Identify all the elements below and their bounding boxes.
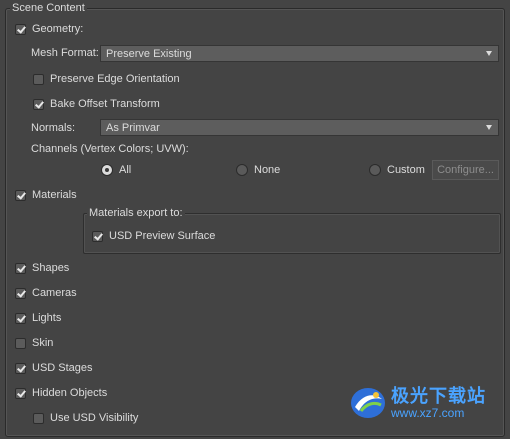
preserve-edge-label: Preserve Edge Orientation (50, 73, 180, 85)
scene-content-title: Scene Content (10, 2, 87, 14)
skin-row[interactable]: Skin (15, 335, 53, 351)
chevron-down-icon (486, 51, 492, 56)
radio-all[interactable] (101, 164, 113, 176)
geometry-label: Geometry: (32, 23, 84, 35)
use-usd-visibility-label: Use USD Visibility (50, 412, 139, 424)
watermark-text: 极光下载站 (391, 386, 486, 406)
preserve-edge-row[interactable]: Preserve Edge Orientation (33, 71, 180, 87)
hidden-objects-row[interactable]: Hidden Objects (15, 385, 107, 401)
normals-label: Normals: (31, 122, 76, 134)
channel-option-all[interactable]: All (101, 162, 131, 178)
bake-offset-checkbox[interactable] (33, 98, 44, 110)
use-usd-visibility-row[interactable]: Use USD Visibility (33, 410, 138, 426)
radio-custom[interactable] (369, 164, 381, 176)
usd-preview-label: USD Preview Surface (109, 230, 216, 242)
usd-stages-row[interactable]: USD Stages (15, 360, 93, 376)
lights-label: Lights (32, 312, 62, 324)
materials-export-title: Materials export to: (87, 207, 185, 219)
hidden-objects-label: Hidden Objects (32, 387, 108, 399)
usd-stages-label: USD Stages (32, 362, 93, 374)
channels-label: Channels (Vertex Colors; UVW): (31, 143, 189, 155)
mesh-format-dropdown[interactable]: Preserve Existing (100, 45, 499, 62)
usd-stages-checkbox[interactable] (15, 362, 26, 374)
channel-option-custom[interactable]: Custom (369, 162, 425, 178)
geometry-checkbox-row[interactable]: Geometry: (15, 21, 83, 37)
skin-label: Skin (32, 337, 54, 349)
materials-checkbox[interactable] (15, 189, 26, 201)
bake-offset-row[interactable]: Bake Offset Transform (33, 96, 160, 112)
mesh-format-label: Mesh Format: (31, 47, 99, 59)
channel-none-label: None (254, 164, 281, 176)
aurora-logo-icon (351, 388, 385, 418)
geometry-checkbox[interactable] (15, 23, 26, 35)
skin-checkbox[interactable] (15, 337, 26, 349)
preserve-edge-checkbox[interactable] (33, 73, 44, 85)
materials-label: Materials (32, 189, 77, 201)
lights-row[interactable]: Lights (15, 310, 61, 326)
mesh-format-value: Preserve Existing (106, 47, 192, 60)
radio-none[interactable] (236, 164, 248, 176)
cameras-checkbox[interactable] (15, 287, 26, 299)
channel-custom-label: Custom (387, 164, 425, 176)
channel-all-label: All (119, 164, 132, 176)
cameras-label: Cameras (32, 287, 77, 299)
materials-row[interactable]: Materials (15, 187, 77, 203)
bake-offset-label: Bake Offset Transform (50, 98, 160, 110)
watermark-url: www.xz7.com (391, 406, 465, 420)
hidden-objects-checkbox[interactable] (15, 387, 26, 399)
watermark: 极光下载站 www.xz7.com (349, 385, 486, 421)
cameras-row[interactable]: Cameras (15, 285, 77, 301)
shapes-row[interactable]: Shapes (15, 260, 69, 276)
usd-preview-checkbox[interactable] (92, 230, 103, 242)
lights-checkbox[interactable] (15, 312, 26, 324)
normals-dropdown[interactable]: As Primvar (100, 119, 499, 136)
shapes-checkbox[interactable] (15, 262, 26, 274)
configure-button[interactable]: Configure... (432, 160, 499, 180)
usd-preview-row[interactable]: USD Preview Surface (92, 228, 215, 244)
use-usd-visibility-checkbox[interactable] (33, 412, 44, 424)
normals-value: As Primvar (106, 121, 160, 134)
chevron-down-icon (486, 125, 492, 130)
shapes-label: Shapes (32, 262, 70, 274)
channel-option-none[interactable]: None (236, 162, 280, 178)
